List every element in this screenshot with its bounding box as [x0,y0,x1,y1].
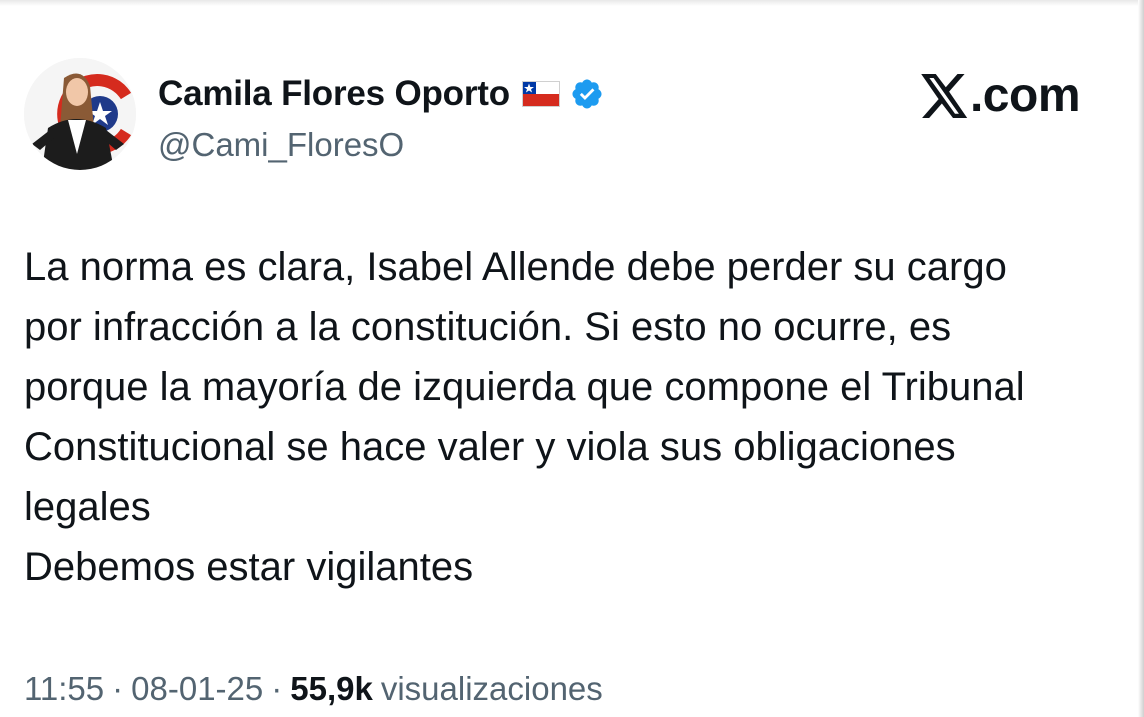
tweet-text: La norma es clara, Isabel Allende debe p… [24,237,1124,597]
avatar[interactable] [24,58,136,170]
tweet-line: Constitucional se hace valer y viola sus… [24,425,956,469]
tweet-line: La norma es clara, Isabel Allende debe p… [24,245,1007,289]
post-date[interactable]: 08-01-25 [131,670,263,708]
tweet-header: Camila Flores Oporto @Cami_FloresO .com [24,58,1120,172]
display-name[interactable]: Camila Flores Oporto [158,74,510,114]
brand-watermark: .com [921,69,1081,122]
x-logo-icon [921,74,969,118]
tweet-line: por infracción a la constitución. Si est… [24,305,952,349]
tweet-line: porque la mayoría de izquierda que compo… [24,365,1025,409]
right-edge-shadow [1138,0,1144,717]
top-edge-shadow [0,0,1144,6]
tweet-metadata: 11:55 · 08-01-25 · 55,9k visualizaciones [24,670,603,708]
views-label: visualizaciones [380,670,603,707]
post-time[interactable]: 11:55 [24,670,104,708]
avatar-image [24,58,136,170]
chile-flag-icon [521,81,560,107]
brand-text: .com [969,69,1081,122]
meta-separator: · [112,670,124,707]
tweet-line: legales [24,485,151,529]
name-row: Camila Flores Oporto [158,72,604,116]
tweet-line: Debemos estar vigilantes [24,545,474,589]
views-count[interactable]: 55,9k [290,670,373,708]
author-info: Camila Flores Oporto @Cami_FloresO [158,72,604,164]
verified-badge-icon[interactable] [570,77,604,111]
meta-separator: · [271,670,283,707]
user-handle[interactable]: @Cami_FloresO [158,126,604,164]
